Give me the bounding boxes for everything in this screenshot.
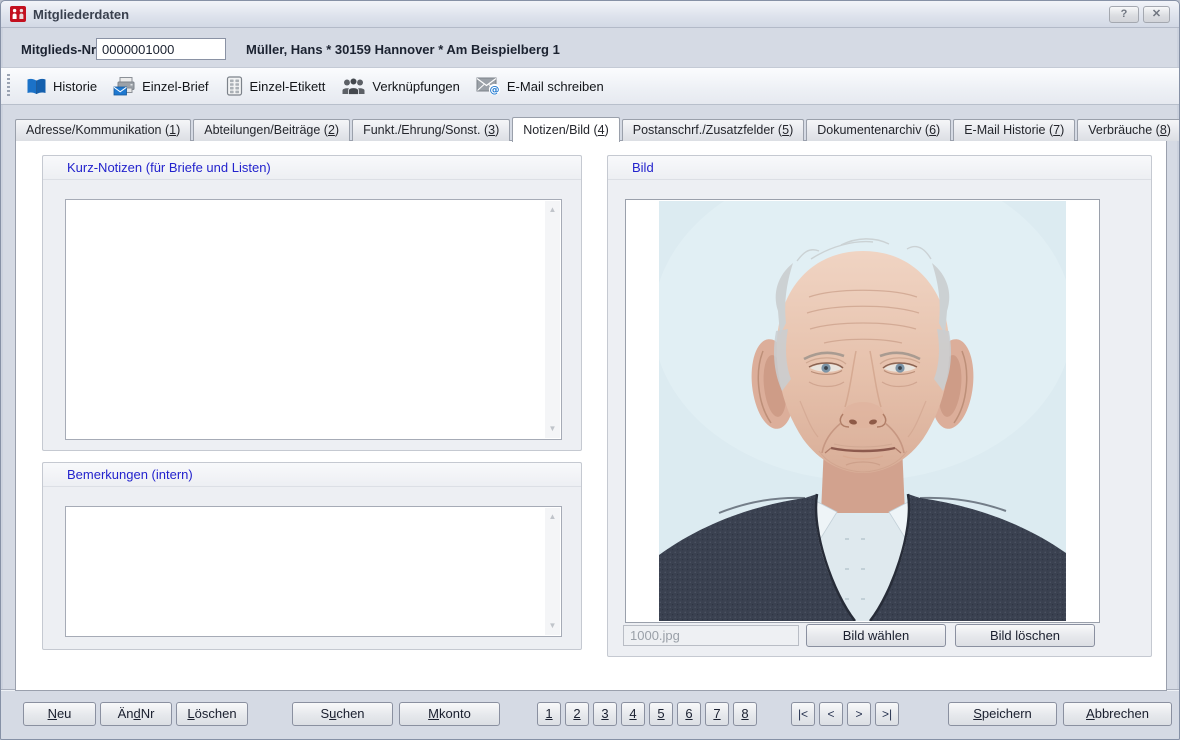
mkonto-button[interactable]: Mkonto xyxy=(399,702,500,726)
speichern-button[interactable]: Speichern xyxy=(948,702,1057,726)
nav-last-button[interactable]: >| xyxy=(875,702,899,726)
page-8-button[interactable]: 8 xyxy=(733,702,757,726)
loeschen-button[interactable]: Löschen xyxy=(176,702,248,726)
people-group-icon xyxy=(341,76,366,96)
page-2-button[interactable]: 2 xyxy=(565,702,589,726)
neu-button[interactable]: Neu xyxy=(23,702,96,726)
bild-waehlen-button[interactable]: Bild wählen xyxy=(806,624,946,647)
page-3-button[interactable]: 3 xyxy=(593,702,617,726)
bemerkungen-title: Bemerkungen (intern) xyxy=(43,463,581,487)
historie-button[interactable]: Historie xyxy=(18,73,105,100)
aendnr-button[interactable]: ÄndNr xyxy=(100,702,172,726)
kurz-notizen-group: Kurz-Notizen (für Briefe und Listen) ▲ ▼ xyxy=(42,155,582,451)
verknuepfungen-label: Verknüpfungen xyxy=(372,79,459,94)
verknuepfungen-button[interactable]: Verknüpfungen xyxy=(333,72,467,100)
open-book-icon xyxy=(26,77,47,96)
kurz-notizen-textarea[interactable] xyxy=(66,200,545,439)
page-buttons: 1 2 3 4 5 6 7 8 xyxy=(537,702,757,726)
member-no-label: Mitglieds-Nr. xyxy=(21,42,99,57)
page-4-button[interactable]: 4 xyxy=(621,702,645,726)
kurz-notizen-textbox: ▲ ▼ xyxy=(65,199,562,440)
bild-title: Bild xyxy=(608,156,1151,180)
tab-notizen-bild[interactable]: Notizen/Bild (4) xyxy=(512,117,619,142)
historie-label: Historie xyxy=(53,79,97,94)
tab-dokumentenarchiv[interactable]: Dokumentenarchiv (6) xyxy=(806,119,951,141)
tab-postanschrf-zusatzfelder[interactable]: Postanschrf./Zusatzfelder (5) xyxy=(622,119,805,141)
scroll-up-icon[interactable]: ▲ xyxy=(545,203,560,217)
einzel-etikett-label: Einzel-Etikett xyxy=(250,79,326,94)
page-6-button[interactable]: 6 xyxy=(677,702,701,726)
page-1-button[interactable]: 1 xyxy=(537,702,561,726)
close-button[interactable]: ✕ xyxy=(1143,6,1170,23)
scroll-down-icon[interactable]: ▼ xyxy=(545,619,560,633)
toolbar: Historie Einzel-Brief xyxy=(1,67,1179,105)
member-photo xyxy=(659,201,1066,621)
titlebar: Mitgliederdaten ? ✕ xyxy=(1,1,1179,28)
kurz-notizen-scrollbar[interactable]: ▲ ▼ xyxy=(545,201,560,438)
email-schreiben-label: E-Mail schreiben xyxy=(507,79,604,94)
toolbar-drag-handle[interactable] xyxy=(7,74,10,98)
kurz-notizen-title: Kurz-Notizen (für Briefe und Listen) xyxy=(43,156,581,180)
photo-filename-field xyxy=(623,625,799,646)
envelope-at-icon: @ xyxy=(476,76,501,96)
bemerkungen-textbox: ▲ ▼ xyxy=(65,506,562,637)
page-7-button[interactable]: 7 xyxy=(705,702,729,726)
tab-strip: Adresse/Kommunikation (1) Abteilungen/Be… xyxy=(15,117,1165,141)
tab-email-historie[interactable]: E-Mail Historie (7) xyxy=(953,119,1075,141)
svg-text:@: @ xyxy=(489,85,499,96)
printer-envelope-icon xyxy=(113,76,136,96)
bemerkungen-group: Bemerkungen (intern) ▲ ▼ xyxy=(42,462,582,650)
record-nav-buttons: |< < > >| xyxy=(791,702,899,726)
member-photo-frame xyxy=(625,199,1100,623)
member-no-input[interactable] xyxy=(96,38,226,60)
scroll-down-icon[interactable]: ▼ xyxy=(545,422,560,436)
tab-verbraeuche[interactable]: Verbräuche (8) xyxy=(1077,119,1180,141)
footer-bar: Neu ÄndNr Löschen Suchen Mkonto 1 2 3 4 … xyxy=(1,689,1179,739)
nav-first-button[interactable]: |< xyxy=(791,702,815,726)
nav-next-button[interactable]: > xyxy=(847,702,871,726)
bemerkungen-textarea[interactable] xyxy=(66,507,545,636)
member-summary: Müller, Hans * 30159 Hannover * Am Beisp… xyxy=(246,42,560,57)
einzel-brief-button[interactable]: Einzel-Brief xyxy=(105,72,216,100)
einzel-etikett-button[interactable]: Einzel-Etikett xyxy=(217,72,334,100)
tab-funkt-ehrung-sonst[interactable]: Funkt./Ehrung/Sonst. (3) xyxy=(352,119,510,141)
bild-group: Bild xyxy=(607,155,1152,657)
tab-abteilungen-beitraege[interactable]: Abteilungen/Beiträge (2) xyxy=(193,119,350,141)
help-button[interactable]: ? xyxy=(1109,6,1139,23)
notizen-bild-panel: Kurz-Notizen (für Briefe und Listen) ▲ ▼… xyxy=(15,140,1167,691)
tab-adresse-kommunikation[interactable]: Adresse/Kommunikation (1) xyxy=(15,119,191,141)
scroll-up-icon[interactable]: ▲ xyxy=(545,510,560,524)
page-5-button[interactable]: 5 xyxy=(649,702,673,726)
abbrechen-button[interactable]: Abbrechen xyxy=(1063,702,1172,726)
member-id-row: Mitglieds-Nr. Müller, Hans * 30159 Hanno… xyxy=(1,29,1179,67)
bild-loeschen-button[interactable]: Bild löschen xyxy=(955,624,1095,647)
window-title: Mitgliederdaten xyxy=(33,7,129,22)
einzel-brief-label: Einzel-Brief xyxy=(142,79,208,94)
label-sheet-icon xyxy=(225,76,244,96)
suchen-button[interactable]: Suchen xyxy=(292,702,393,726)
email-schreiben-button[interactable]: @ E-Mail schreiben xyxy=(468,72,612,100)
nav-prev-button[interactable]: < xyxy=(819,702,843,726)
app-logo-icon xyxy=(10,6,26,22)
mitgliederdaten-window: Mitgliederdaten ? ✕ Mitglieds-Nr. Müller… xyxy=(0,0,1180,740)
bemerkungen-scrollbar[interactable]: ▲ ▼ xyxy=(545,508,560,635)
